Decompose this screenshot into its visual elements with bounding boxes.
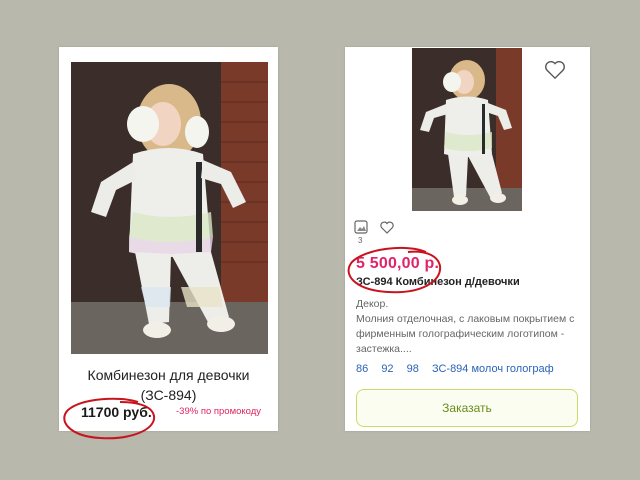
product-title[interactable]: Комбинезон для девочки (ЗС-894) <box>59 365 278 405</box>
product-title-line2: (ЗС-894) <box>140 387 197 403</box>
product-price: 11700 руб. <box>81 404 152 420</box>
order-button[interactable]: Заказать <box>356 389 578 427</box>
size-option-86[interactable]: 86 <box>356 363 368 375</box>
gallery-icon[interactable] <box>354 220 368 234</box>
product-description: Декор. Молния отделочная, с лаковым покр… <box>356 298 575 355</box>
product-photo[interactable] <box>412 48 522 211</box>
size-option-92[interactable]: 92 <box>381 363 393 375</box>
product-photo[interactable] <box>71 62 268 354</box>
product-price: 5 500,00 р. <box>356 255 440 272</box>
size-option-98[interactable]: 98 <box>407 363 419 375</box>
heart-icon[interactable] <box>380 221 394 234</box>
product-title-line1: Комбинезон для девочки <box>87 367 250 383</box>
promo-badge: -39% по промокоду <box>176 406 262 417</box>
gallery-count: 3 <box>358 236 363 245</box>
product-card-right[interactable]: 3 5 500,00 р. ЗС-894 Комбинезон д/девочк… <box>345 47 590 431</box>
size-options: 86 92 98 ЗС-894 молоч голограф <box>356 363 564 375</box>
variant-link[interactable]: ЗС-894 молоч голограф <box>432 363 554 375</box>
favorite-heart-icon[interactable] <box>544 60 566 80</box>
product-card-left[interactable]: Комбинезон для девочки (ЗС-894) 11700 ру… <box>59 47 278 431</box>
product-name[interactable]: ЗС-894 Комбинезон д/девочки <box>356 276 520 288</box>
